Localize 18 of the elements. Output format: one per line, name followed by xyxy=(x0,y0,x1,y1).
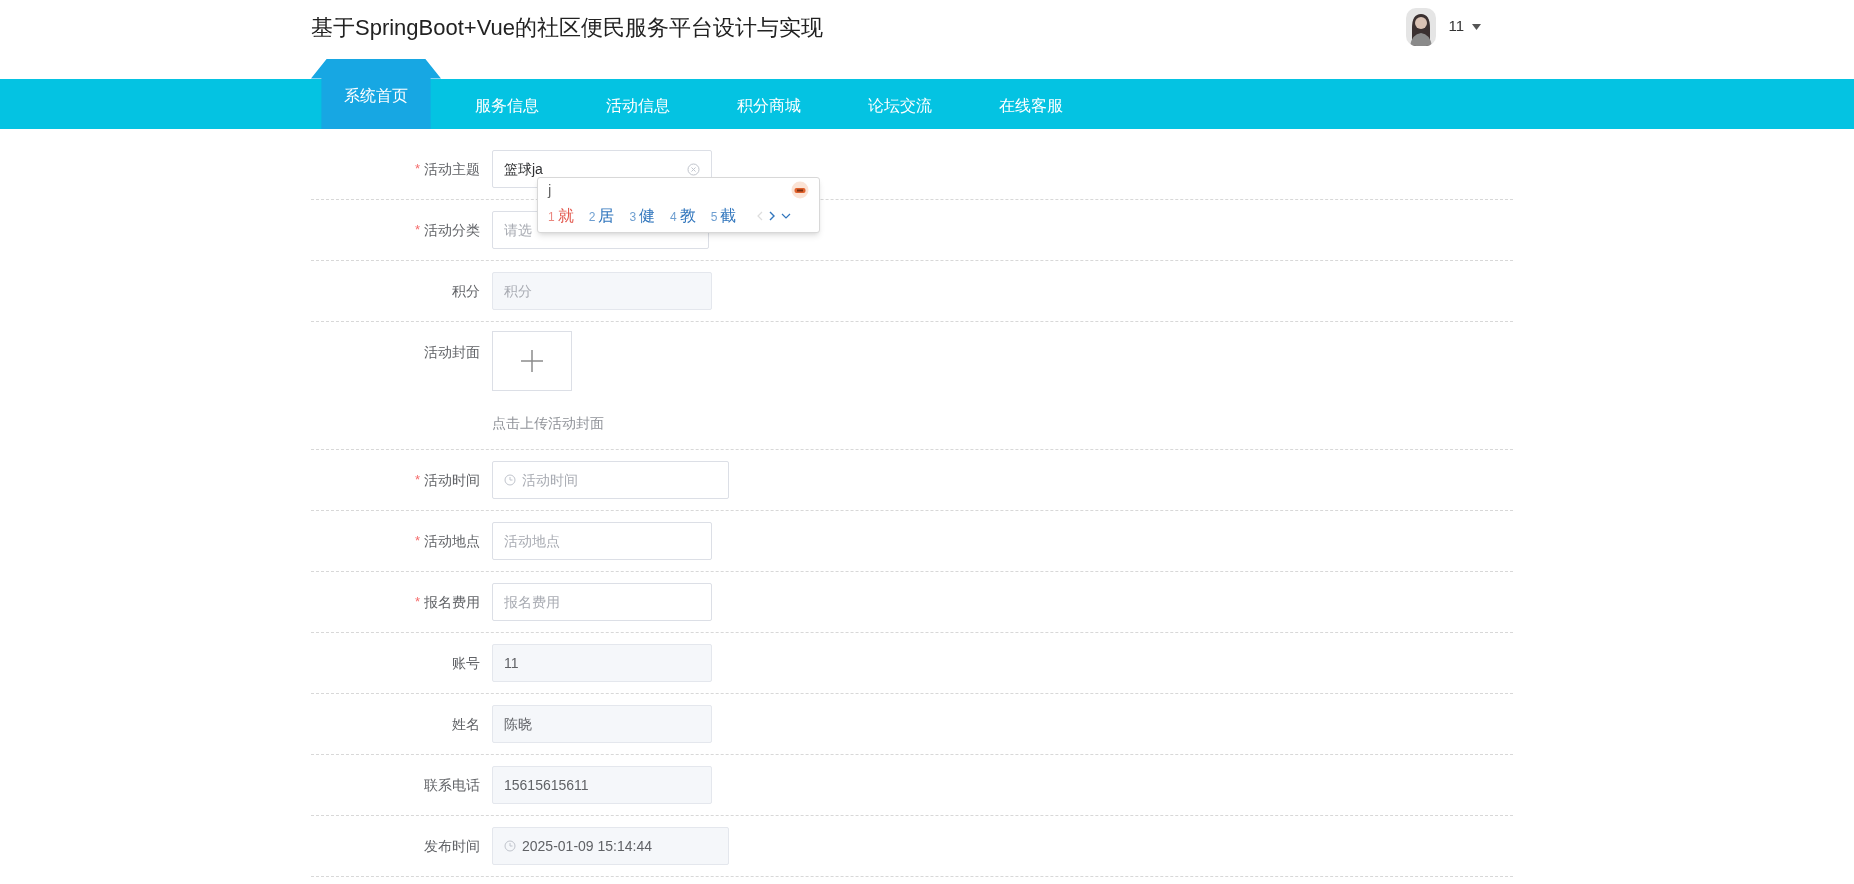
field-label: 活动封面 xyxy=(424,342,480,362)
required-mark: * xyxy=(414,593,420,612)
field-label: 姓名 xyxy=(452,714,480,734)
required-mark: * xyxy=(414,221,420,240)
field-label: 积分 xyxy=(452,281,480,301)
site-title: 基于SpringBoot+Vue的社区便民服务平台设计与实现 xyxy=(311,14,824,42)
field-label: 活动分类 xyxy=(424,220,480,240)
required-mark: * xyxy=(414,532,420,551)
field-label: 账号 xyxy=(452,653,480,673)
required-mark: * xyxy=(414,471,420,490)
field-label: 发布时间 xyxy=(424,836,480,856)
field-label: 活动时间 xyxy=(424,470,480,490)
field-label: 活动主题 xyxy=(424,159,480,179)
required-mark: * xyxy=(414,160,420,179)
field-label: 联系电话 xyxy=(424,775,480,795)
field-label: 报名费用 xyxy=(424,592,480,612)
upload-hint: 点击上传活动封面 xyxy=(492,414,604,433)
field-label: 活动地点 xyxy=(424,531,480,551)
